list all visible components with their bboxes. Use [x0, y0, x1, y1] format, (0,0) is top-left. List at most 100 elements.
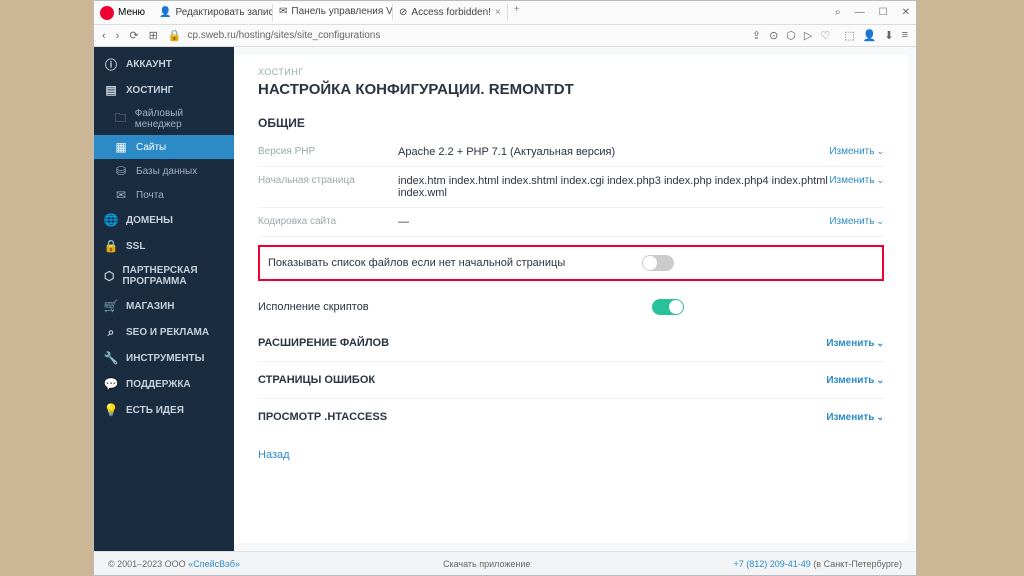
sidebar-item-sites[interactable]: ▦Сайты [94, 135, 234, 159]
avatar-icon[interactable]: 👤 [863, 29, 877, 42]
change-link[interactable]: Изменить⌄ [826, 375, 884, 386]
chevron-down-icon: ⌄ [876, 175, 884, 186]
new-tab-button[interactable]: + [508, 4, 526, 21]
change-link[interactable]: Изменить⌄ [829, 146, 884, 157]
footer-phone-link[interactable]: +7 (812) 209-41-49 [734, 559, 811, 569]
chat-icon: 💬 [104, 377, 118, 391]
sidebar-item-hosting[interactable]: ▤ХОСТИНГ [94, 77, 234, 103]
camera-icon[interactable]: ⊙ [769, 29, 778, 42]
sidebar-item-seo[interactable]: ⌕SEO И РЕКЛАМА [94, 319, 234, 345]
toggle-switch[interactable] [642, 255, 674, 271]
tab-strip: 👤Редактировать запись "Th× ✉Панель управ… [153, 4, 526, 21]
browser-toolbar: ‹ › ⟳ ⊞ 🔒 cp.sweb.ru/hosting/sites/site_… [94, 25, 916, 47]
toggle-label: Показывать список файлов если нет началь… [268, 257, 642, 269]
minimize-icon[interactable]: — [855, 7, 865, 18]
sidebar-item-filemanager[interactable]: 🗀Файловый менеджер [94, 103, 234, 135]
sidebar-item-domains[interactable]: 🌐ДОМЕНЫ [94, 207, 234, 233]
user-circle-icon: ⓘ [104, 57, 118, 71]
row-startpage: Начальная страница index.htm index.html … [258, 167, 884, 208]
content-area: ⓘАККАУНТ ▤ХОСТИНГ 🗀Файловый менеджер ▦Са… [94, 47, 916, 551]
share-icon[interactable]: ⇪ [752, 29, 761, 42]
close-icon[interactable]: × [495, 7, 501, 18]
search-icon[interactable]: ⌕ [835, 7, 841, 18]
mail-icon: ✉ [114, 188, 128, 202]
menu-icon[interactable]: ≡ [902, 29, 908, 42]
mail-icon: ✉ [279, 6, 287, 17]
sites-icon: ▦ [114, 140, 128, 154]
change-link[interactable]: Изменить⌄ [829, 175, 884, 186]
globe-icon: 🌐 [104, 213, 118, 227]
row-php: Версия PHP Apache 2.2 + PHP 7.1 (Актуаль… [258, 138, 884, 167]
section-general: ОБЩИЕ [258, 116, 884, 130]
page-title: НАСТРОЙКА КОНФИГУРАЦИИ. REMONTDT [258, 81, 884, 98]
row-label: Версия PHP [258, 146, 398, 157]
sidebar: ⓘАККАУНТ ▤ХОСТИНГ 🗀Файловый менеджер ▦Са… [94, 47, 234, 551]
url-text: cp.sweb.ru/hosting/sites/site_configurat… [187, 30, 380, 41]
footer: © 2001–2023 ООО «СпейсВэб» Скачать прило… [94, 551, 916, 575]
close-window-icon[interactable]: ✕ [902, 7, 910, 18]
lock-icon: 🔒 [104, 239, 118, 253]
footer-download[interactable]: Скачать приложение [443, 559, 530, 569]
shield-icon[interactable]: ⬡ [786, 29, 796, 42]
toggle-scripts: Исполнение скриптов [258, 289, 884, 325]
change-link[interactable]: Изменить⌄ [826, 412, 884, 423]
maximize-icon[interactable]: ☐ [879, 7, 888, 18]
lock-icon: 🔒 [168, 29, 182, 42]
wrench-icon: 🔧 [104, 351, 118, 365]
expand-file-ext[interactable]: РАСШИРЕНИЕ ФАЙЛОВ Изменить⌄ [258, 325, 884, 362]
chevron-down-icon: ⌄ [876, 412, 884, 423]
search-icon: ⌕ [104, 325, 118, 339]
sidebar-item-databases[interactable]: ⛁Базы данных [94, 159, 234, 183]
cart-icon: 🛒 [104, 299, 118, 313]
cube-icon[interactable]: ⬚ [844, 29, 854, 42]
change-link[interactable]: Изменить⌄ [826, 338, 884, 349]
play-icon[interactable]: ▷ [804, 29, 812, 42]
tab-forbidden[interactable]: ⊘Access forbidden!× [393, 4, 508, 21]
download-icon[interactable]: ⬇ [884, 29, 893, 42]
row-label: Начальная страница [258, 175, 398, 186]
toggle-list-files: Показывать список файлов если нет началь… [268, 253, 874, 273]
chevron-down-icon: ⌄ [876, 146, 884, 157]
sidebar-item-mail[interactable]: ✉Почта [94, 183, 234, 207]
sidebar-item-support[interactable]: 💬ПОДДЕРЖКА [94, 371, 234, 397]
tab-edit[interactable]: 👤Редактировать запись "Th× [153, 4, 273, 21]
heart-icon[interactable]: ♡ [820, 29, 830, 42]
sidebar-item-store[interactable]: 🛒МАГАЗИН [94, 293, 234, 319]
menu-label[interactable]: Меню [118, 7, 145, 18]
forward-icon[interactable]: › [116, 30, 120, 42]
sidebar-item-partner[interactable]: ⬡ПАРТНЕРСКАЯ ПРОГРАММА [94, 259, 234, 293]
speed-dial-icon[interactable]: ⊞ [149, 29, 158, 42]
folder-icon: 🗀 [114, 112, 127, 126]
row-value: index.htm index.html index.shtml index.c… [398, 175, 829, 199]
footer-copyright: © 2001–2023 ООО «СпейсВэб» [108, 559, 240, 569]
back-link[interactable]: Назад [258, 449, 290, 461]
sidebar-item-ssl[interactable]: 🔒SSL [94, 233, 234, 259]
row-encoding: Кодировка сайта — Изменить⌄ [258, 208, 884, 237]
reload-icon[interactable]: ⟳ [129, 29, 138, 42]
expand-htaccess[interactable]: ПРОСМОТР .HTACCESS Изменить⌄ [258, 399, 884, 435]
db-icon: ⛁ [114, 164, 128, 178]
sidebar-item-account[interactable]: ⓘАККАУНТ [94, 51, 234, 77]
footer-company-link[interactable]: «СпейсВэб» [188, 559, 240, 569]
row-value: — [398, 216, 829, 228]
blocked-icon: ⊘ [399, 7, 407, 18]
sidebar-item-tools[interactable]: 🔧ИНСТРУМЕНТЫ [94, 345, 234, 371]
sidebar-item-idea[interactable]: 💡ЕСТЬ ИДЕЯ [94, 397, 234, 423]
back-icon[interactable]: ‹ [102, 30, 106, 42]
expand-error-pages[interactable]: СТРАНИЦЫ ОШИБОК Изменить⌄ [258, 362, 884, 399]
toggle-label: Исполнение скриптов [258, 301, 652, 313]
chevron-down-icon: ⌄ [876, 338, 884, 349]
breadcrumb: ХОСТИНГ [258, 67, 884, 77]
browser-window: Меню 👤Редактировать запись "Th× ✉Панель … [93, 0, 917, 576]
browser-titlebar: Меню 👤Редактировать запись "Th× ✉Панель … [94, 1, 916, 25]
opera-icon [100, 6, 114, 20]
bulb-icon: 💡 [104, 403, 118, 417]
url-bar[interactable]: 🔒 cp.sweb.ru/hosting/sites/site_configur… [168, 29, 742, 42]
badge-icon: ⬡ [104, 269, 114, 283]
toggle-knob [643, 256, 657, 270]
user-icon: 👤 [159, 7, 171, 18]
toggle-switch[interactable] [652, 299, 684, 315]
tab-panel[interactable]: ✉Панель управления VH× [273, 4, 393, 21]
row-label: Кодировка сайта [258, 216, 398, 227]
change-link[interactable]: Изменить⌄ [829, 216, 884, 227]
